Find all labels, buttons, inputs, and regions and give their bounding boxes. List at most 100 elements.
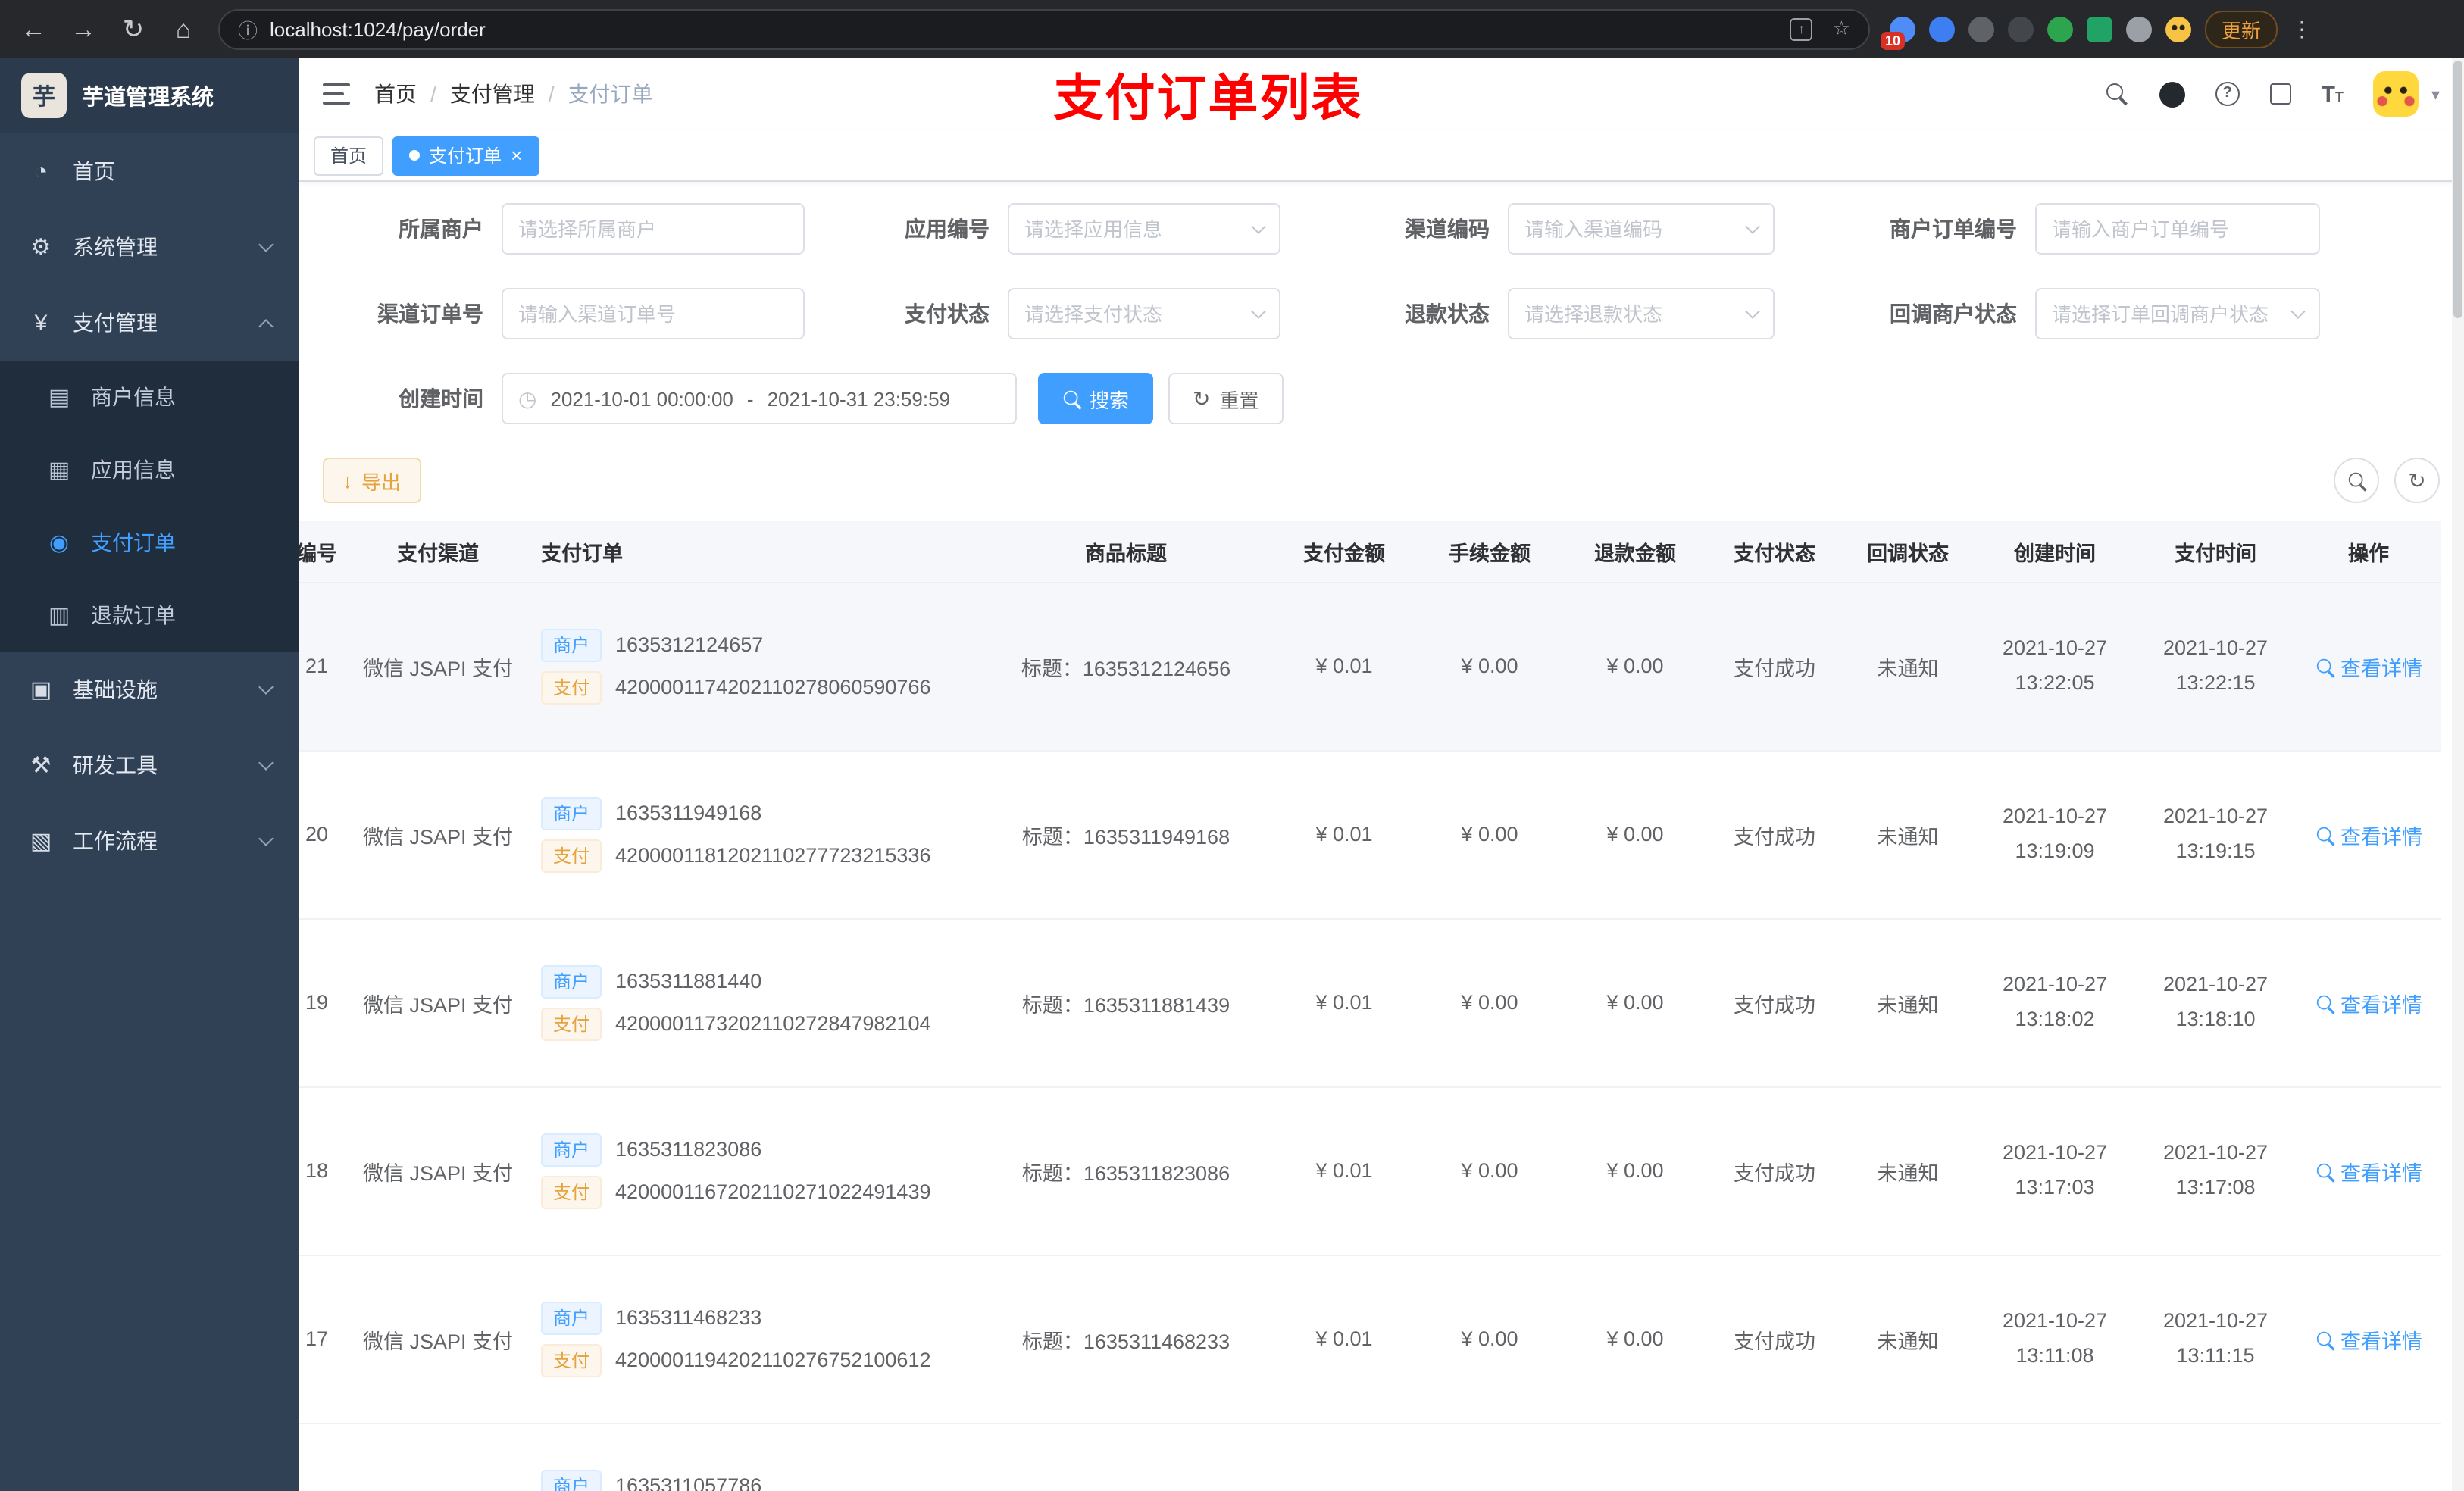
page-annotation: 支付订单列表: [1053, 70, 1363, 126]
search-icon: [2315, 826, 2331, 842]
merchant-order-field[interactable]: [2035, 203, 2320, 255]
cell-notify: 未通知: [1841, 918, 1975, 1087]
breadcrumb-section[interactable]: 支付管理: [450, 79, 535, 109]
site-info-icon[interactable]: ⓘ: [238, 14, 258, 43]
github-icon[interactable]: [2159, 81, 2185, 107]
extension-icon[interactable]: [2087, 16, 2112, 42]
cell-pay-order: 商户 1635311881440 支付 4200001173202110272847…: [523, 918, 980, 1087]
view-detail-link[interactable]: 查看详情: [2315, 1155, 2422, 1186]
tab-pay-order[interactable]: 支付订单 ×: [392, 136, 539, 175]
forward-icon[interactable]: →: [68, 16, 98, 42]
notify-status-input[interactable]: [2052, 302, 2284, 325]
pay-status-select[interactable]: [1008, 288, 1280, 339]
share-icon[interactable]: ↑: [1790, 17, 1813, 40]
help-icon[interactable]: ?: [2215, 82, 2240, 106]
merchant-order-no: 1635311823086: [615, 1138, 762, 1161]
toggle-search-button[interactable]: [2334, 458, 2379, 503]
extension-icon[interactable]: [2008, 16, 2034, 42]
reload-icon[interactable]: ↻: [118, 16, 149, 42]
channel-code-select[interactable]: [1508, 203, 1775, 255]
user-menu-caret-icon[interactable]: ▾: [2431, 84, 2440, 104]
pay-tag: 支付: [541, 839, 602, 872]
cell-channel: [353, 1423, 523, 1491]
reset-button[interactable]: ↻ 重置: [1168, 373, 1284, 424]
address-bar[interactable]: ⓘ localhost:1024/pay/order ↑ ☆: [218, 8, 1870, 49]
extension-icon[interactable]: 10: [1881, 16, 1915, 49]
notify-status-select[interactable]: [2035, 288, 2320, 339]
sidebar-item-label: 工作流程: [73, 829, 158, 853]
tab-label: 支付订单: [429, 145, 502, 167]
close-icon[interactable]: ×: [511, 145, 522, 165]
view-detail-link[interactable]: 查看详情: [2315, 1324, 2422, 1354]
search-button[interactable]: 搜索: [1038, 373, 1154, 424]
cell-created: 2021-10-27 13:19:09: [1975, 750, 2135, 919]
view-detail-link[interactable]: 查看详情: [2315, 651, 2422, 681]
font-size-icon[interactable]: TT: [2322, 83, 2344, 105]
pay-status-input[interactable]: [1024, 302, 1244, 325]
browser-home-icon[interactable]: ⌂: [168, 16, 199, 42]
merchant-select[interactable]: [502, 203, 805, 255]
sidebar-item-merchant-info[interactable]: ▤ 商户信息: [0, 361, 299, 433]
refund-status-select[interactable]: [1508, 288, 1775, 339]
browser-menu-icon[interactable]: ⋮: [2291, 16, 2312, 42]
sidebar-item-pay-order[interactable]: ◉ 支付订单: [0, 506, 299, 579]
cell-title: [980, 1423, 1271, 1491]
cell-fee: [1417, 1423, 1562, 1491]
sidebar-toggle-icon[interactable]: [323, 83, 350, 105]
bookmark-star-icon[interactable]: ☆: [1833, 17, 1850, 41]
extensions-area: 10 更新 ⋮: [1881, 10, 2312, 49]
view-detail-link[interactable]: 查看详情: [2315, 819, 2422, 849]
date-start-value: 2021-10-01 00:00:00: [550, 387, 733, 410]
sidebar-item-home[interactable]: ◔ 首页: [0, 133, 299, 209]
extension-icon[interactable]: [1929, 16, 1955, 42]
sidebar-item-workflow[interactable]: ▧ 工作流程: [0, 803, 299, 879]
cell-amount: ¥ 0.01: [1271, 1086, 1417, 1255]
extension-icon[interactable]: [2047, 16, 2073, 42]
merchant-order-input[interactable]: [2052, 217, 2303, 240]
fullscreen-icon[interactable]: [2269, 83, 2291, 105]
sidebar-item-infrastructure[interactable]: ▣ 基础设施: [0, 652, 299, 727]
export-button[interactable]: ↓ 导出: [323, 458, 421, 503]
monitor-icon: ▣: [30, 677, 52, 703]
puzzle-extensions-icon[interactable]: [2126, 16, 2152, 42]
channel-order-input[interactable]: [518, 302, 788, 325]
app-select[interactable]: [1008, 203, 1280, 255]
col-notify: 回调状态: [1841, 521, 1975, 583]
sidebar-item-refund-order[interactable]: ▥ 退款订单: [0, 579, 299, 652]
create-time-range-picker[interactable]: ◷ 2021-10-01 00:00:00 - 2021-10-31 23:59…: [502, 373, 1017, 424]
app-input[interactable]: [1024, 217, 1244, 240]
col-status: 支付状态: [1708, 521, 1841, 583]
payment-submenu: ▤ 商户信息 ▦ 应用信息 ◉ 支付订单 ▥ 退款订单: [0, 361, 299, 652]
page-scrollbar[interactable]: [2452, 58, 2464, 1491]
extension-icon[interactable]: [1968, 16, 1994, 42]
tab-home[interactable]: 首页: [314, 136, 384, 175]
channel-order-field[interactable]: [502, 288, 805, 339]
sidebar-item-dev-tools[interactable]: ⚒ 研发工具: [0, 727, 299, 803]
cell-action: 查看详情: [2296, 918, 2441, 1087]
scrollbar-thumb[interactable]: [2453, 61, 2462, 318]
chrome-update-button[interactable]: 更新: [2205, 10, 2278, 48]
view-detail-link[interactable]: 查看详情: [2315, 987, 2422, 1017]
sidebar-item-app-info[interactable]: ▦ 应用信息: [0, 433, 299, 506]
sidebar-item-payment[interactable]: ¥ 支付管理: [0, 285, 299, 361]
user-avatar[interactable]: [2373, 71, 2419, 117]
search-icon: [2315, 658, 2331, 674]
search-icon[interactable]: [2106, 83, 2129, 105]
cell-paid: 2021-10-27 13:18:10: [2135, 918, 2296, 1087]
cell-title: 标题：1635311468233: [980, 1255, 1271, 1424]
sidebar-item-system[interactable]: ⚙ 系统管理: [0, 209, 299, 285]
sidebar-item-label: 退款订单: [91, 603, 176, 627]
merchant-input[interactable]: [518, 217, 788, 240]
channel-code-input[interactable]: [1524, 217, 1738, 240]
cell-status: [1708, 1423, 1841, 1491]
breadcrumb-home[interactable]: 首页: [374, 79, 417, 109]
cell-amount: ¥ 0.01: [1271, 750, 1417, 919]
cell-action: 查看详情: [2296, 750, 2441, 919]
browser-profile-avatar[interactable]: [2165, 16, 2191, 42]
refresh-table-button[interactable]: ↻: [2394, 458, 2440, 503]
filter-label: 支付状态: [905, 302, 990, 326]
cell-refund: ¥ 0.00: [1562, 918, 1708, 1087]
back-icon[interactable]: ←: [18, 16, 48, 42]
refund-status-input[interactable]: [1524, 302, 1738, 325]
sidebar-item-label: 系统管理: [73, 235, 158, 259]
